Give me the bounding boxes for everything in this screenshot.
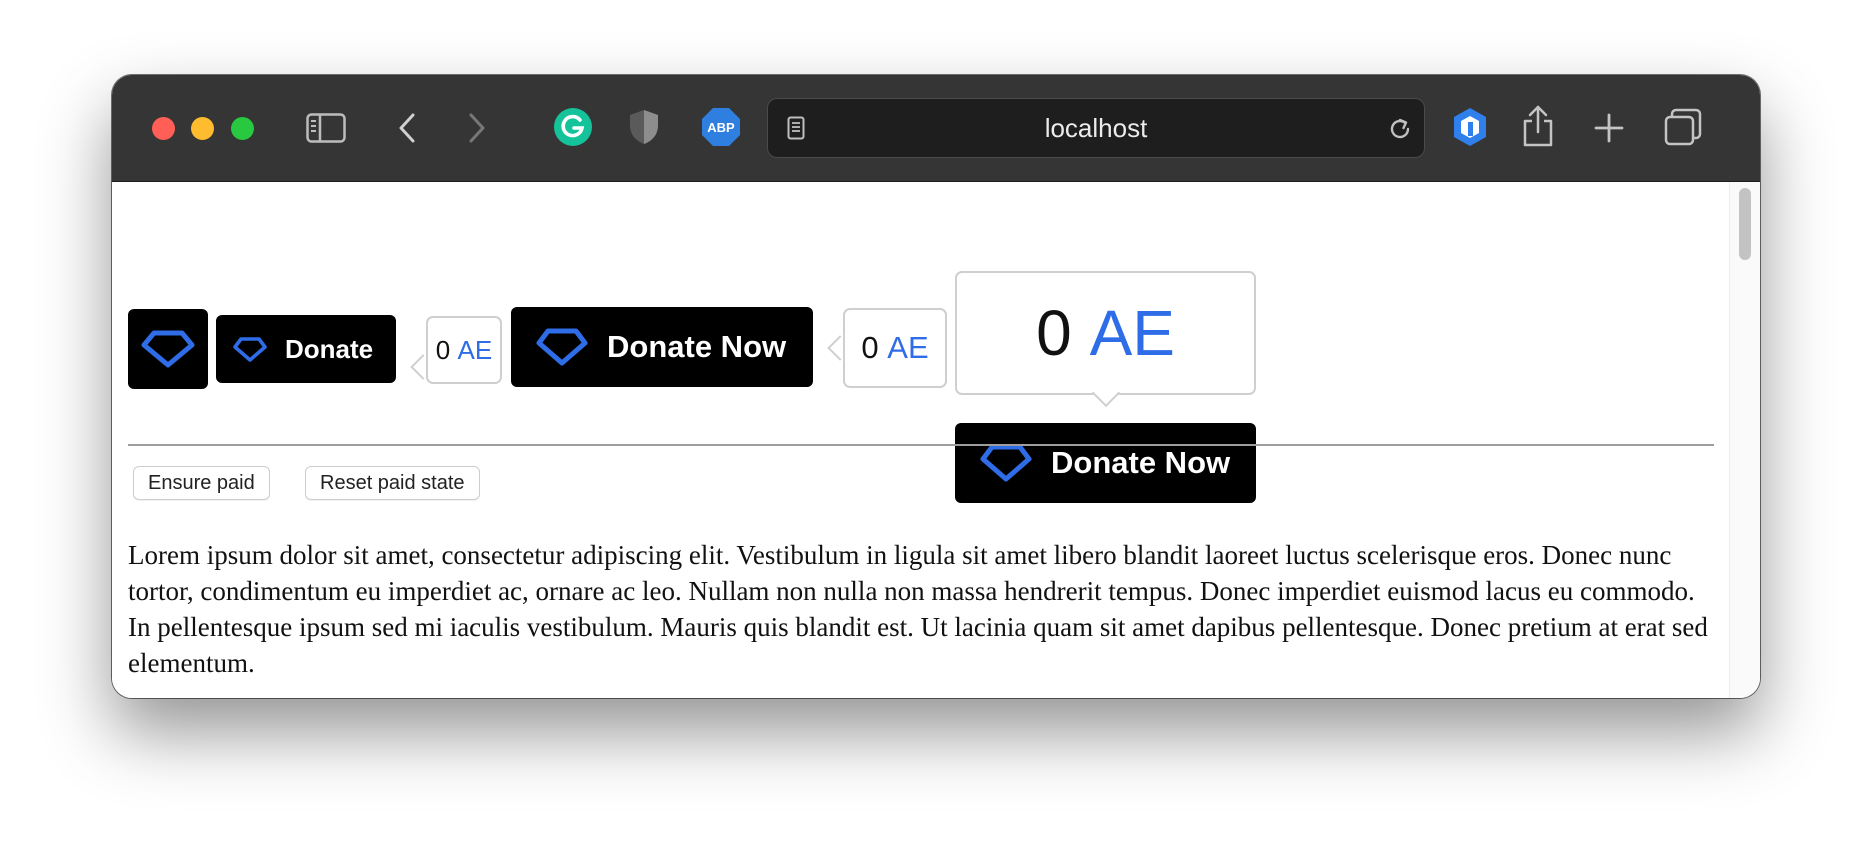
amount-bubble-small: 0 AE <box>426 316 502 384</box>
amount-bubble-large: 0 AE <box>955 271 1256 395</box>
scrollbar-thumb[interactable] <box>1739 188 1751 260</box>
address-text: localhost <box>1044 113 1148 143</box>
address-bar[interactable]: localhost <box>767 98 1425 158</box>
body-paragraph: Lorem ipsum dolor sit amet, consectetur … <box>128 540 1708 678</box>
donate-button[interactable]: Donate <box>216 315 396 383</box>
browser-toolbar: ABP localhost <box>112 75 1760 182</box>
donate-label: Donate <box>285 333 374 364</box>
ensure-paid-button[interactable]: Ensure paid <box>133 466 270 500</box>
page-content: Donate 0 AE Donate Now 0 AE 0 AE Donate Now… <box>112 182 1760 698</box>
vertical-scrollbar[interactable] <box>1729 182 1760 698</box>
divider <box>128 444 1714 446</box>
donate-now-label: Donate Now <box>1051 445 1231 480</box>
sidebar-icon[interactable] <box>306 111 346 145</box>
donate-icon-button[interactable] <box>128 309 208 389</box>
diamond-icon <box>141 330 195 368</box>
diamond-icon <box>233 336 267 362</box>
minimize-window-button[interactable] <box>191 117 214 140</box>
grammarly-extension-icon[interactable] <box>553 107 593 147</box>
hex-extension-icon[interactable] <box>1450 105 1490 149</box>
reset-paid-state-button[interactable]: Reset paid state <box>305 466 480 500</box>
new-tab-icon[interactable] <box>1592 111 1626 145</box>
adblock-plus-label: ABP <box>707 119 735 135</box>
amount-bubble-medium: 0 AE <box>843 308 947 388</box>
amount-currency: AE <box>887 330 929 365</box>
tab-overview-icon[interactable] <box>1663 107 1703 147</box>
amount-value: 0 <box>861 330 879 365</box>
diamond-icon <box>536 328 588 366</box>
amount-value: 0 <box>435 334 451 365</box>
back-icon[interactable] <box>392 111 422 145</box>
privacy-shield-icon[interactable] <box>627 107 661 147</box>
forward-icon[interactable] <box>462 111 492 145</box>
amount-currency: AE <box>457 334 493 365</box>
zoom-window-button[interactable] <box>231 117 254 140</box>
donate-now-button-stacked[interactable]: Donate Now <box>955 423 1256 503</box>
reload-icon[interactable] <box>1386 115 1414 143</box>
share-icon[interactable] <box>1520 103 1556 149</box>
adblock-plus-icon[interactable]: ABP <box>700 105 742 149</box>
amount-value: 0 <box>1036 297 1072 369</box>
browser-window: ABP localhost Donate 0 AE Donate Now 0 A… <box>112 75 1760 698</box>
amount-currency: AE <box>1089 297 1175 369</box>
close-window-button[interactable] <box>152 117 175 140</box>
donate-now-button[interactable]: Donate Now <box>511 307 813 387</box>
donate-now-label: Donate Now <box>607 329 787 364</box>
diamond-icon <box>980 444 1032 482</box>
